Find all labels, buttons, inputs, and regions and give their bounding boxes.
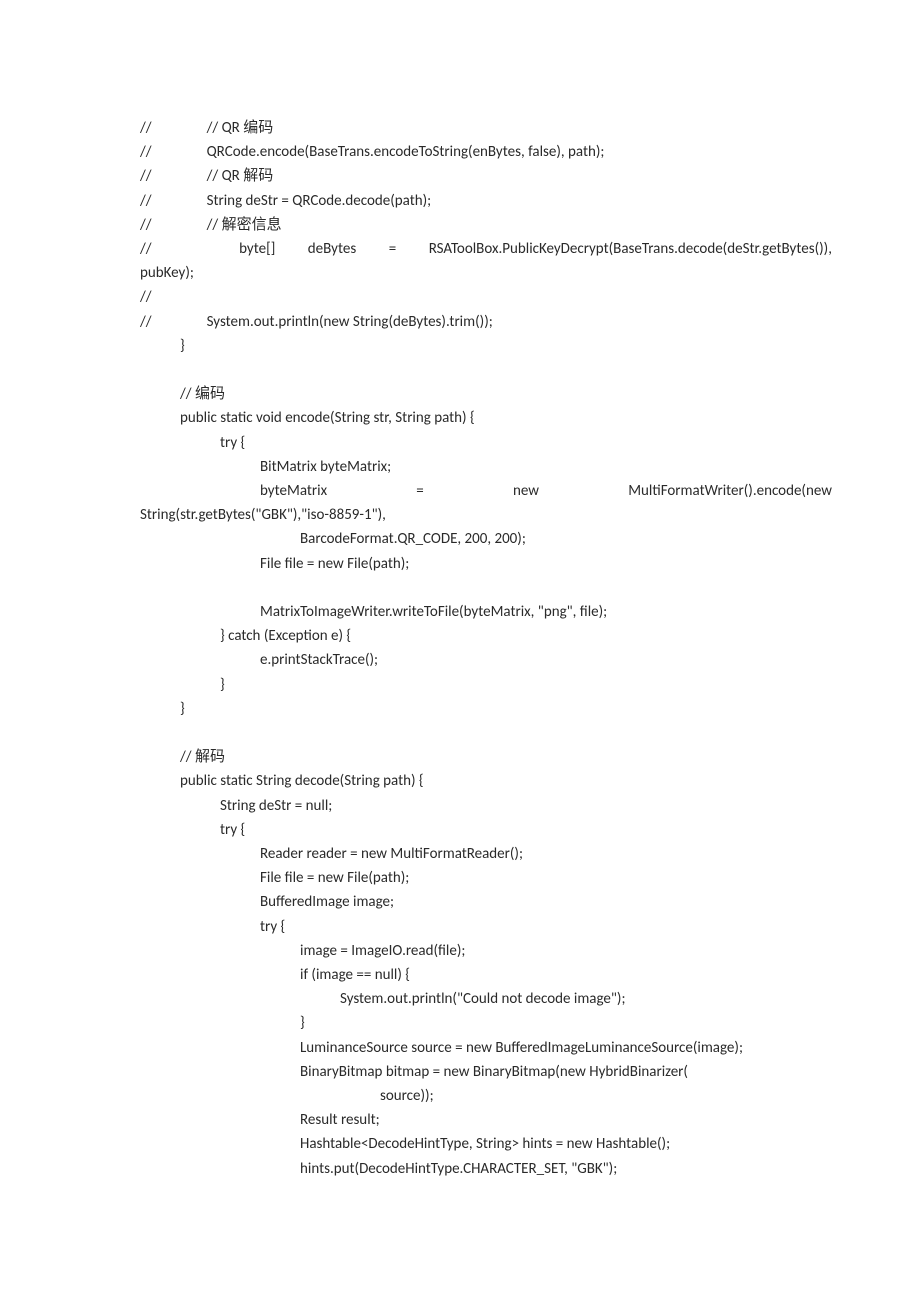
- code-line: try {: [140, 915, 832, 939]
- code-line: if (image == null) {: [140, 963, 832, 987]
- code-line-justified: // byte[] deBytes = RSAToolBox.PublicKey…: [140, 237, 832, 261]
- code-line: BarcodeFormat.QR_CODE, 200, 200);: [140, 527, 832, 551]
- code-line: }: [140, 1011, 832, 1035]
- code-line-justified: byteMatrix = new MultiFormatWriter().enc…: [140, 479, 832, 503]
- code-line: }: [140, 673, 832, 697]
- blank-line: [140, 721, 832, 745]
- code-line: //// 解密信息: [140, 213, 832, 237]
- code-line: }: [140, 334, 832, 358]
- code-line: hints.put(DecodeHintType.CHARACTER_SET, …: [140, 1157, 832, 1181]
- code-line: File file = new File(path);: [140, 866, 832, 890]
- code-line: source));: [140, 1084, 832, 1108]
- code-line: } catch (Exception e) {: [140, 624, 832, 648]
- code-line: String deStr = null;: [140, 794, 832, 818]
- code-line: Hashtable<DecodeHintType, String> hints …: [140, 1132, 832, 1156]
- code-line: //// QR 编码: [140, 116, 832, 140]
- code-line: String(str.getBytes("GBK"),"iso-8859-1")…: [140, 503, 832, 527]
- code-line: try {: [140, 431, 832, 455]
- blank-line: [140, 358, 832, 382]
- code-line: System.out.println("Could not decode ima…: [140, 987, 832, 1011]
- code-line: try {: [140, 818, 832, 842]
- code-line: Reader reader = new MultiFormatReader();: [140, 842, 832, 866]
- code-line: MatrixToImageWriter.writeToFile(byteMatr…: [140, 600, 832, 624]
- code-comment: // 解码: [140, 745, 832, 769]
- code-comment: // 编码: [140, 382, 832, 406]
- blank-line: [140, 576, 832, 600]
- code-line: e.printStackTrace();: [140, 648, 832, 672]
- code-line: LuminanceSource source = new BufferedIma…: [140, 1036, 832, 1060]
- code-line: //: [140, 285, 832, 309]
- code-document: //// QR 编码 //QRCode.encode(BaseTrans.enc…: [140, 116, 832, 1181]
- code-line: //// QR 解码: [140, 164, 832, 188]
- code-line: public static String decode(String path)…: [140, 769, 832, 793]
- code-line: //System.out.println(new String(deBytes)…: [140, 310, 832, 334]
- code-line: public static void encode(String str, St…: [140, 406, 832, 430]
- code-line: //QRCode.encode(BaseTrans.encodeToString…: [140, 140, 832, 164]
- code-line: File file = new File(path);: [140, 552, 832, 576]
- code-line: //String deStr = QRCode.decode(path);: [140, 189, 832, 213]
- code-line: }: [140, 697, 832, 721]
- code-line: BufferedImage image;: [140, 890, 832, 914]
- code-line: BinaryBitmap bitmap = new BinaryBitmap(n…: [140, 1060, 832, 1084]
- code-line: pubKey);: [140, 261, 832, 285]
- code-line: Result result;: [140, 1108, 832, 1132]
- code-line: BitMatrix byteMatrix;: [140, 455, 832, 479]
- code-line: image = ImageIO.read(file);: [140, 939, 832, 963]
